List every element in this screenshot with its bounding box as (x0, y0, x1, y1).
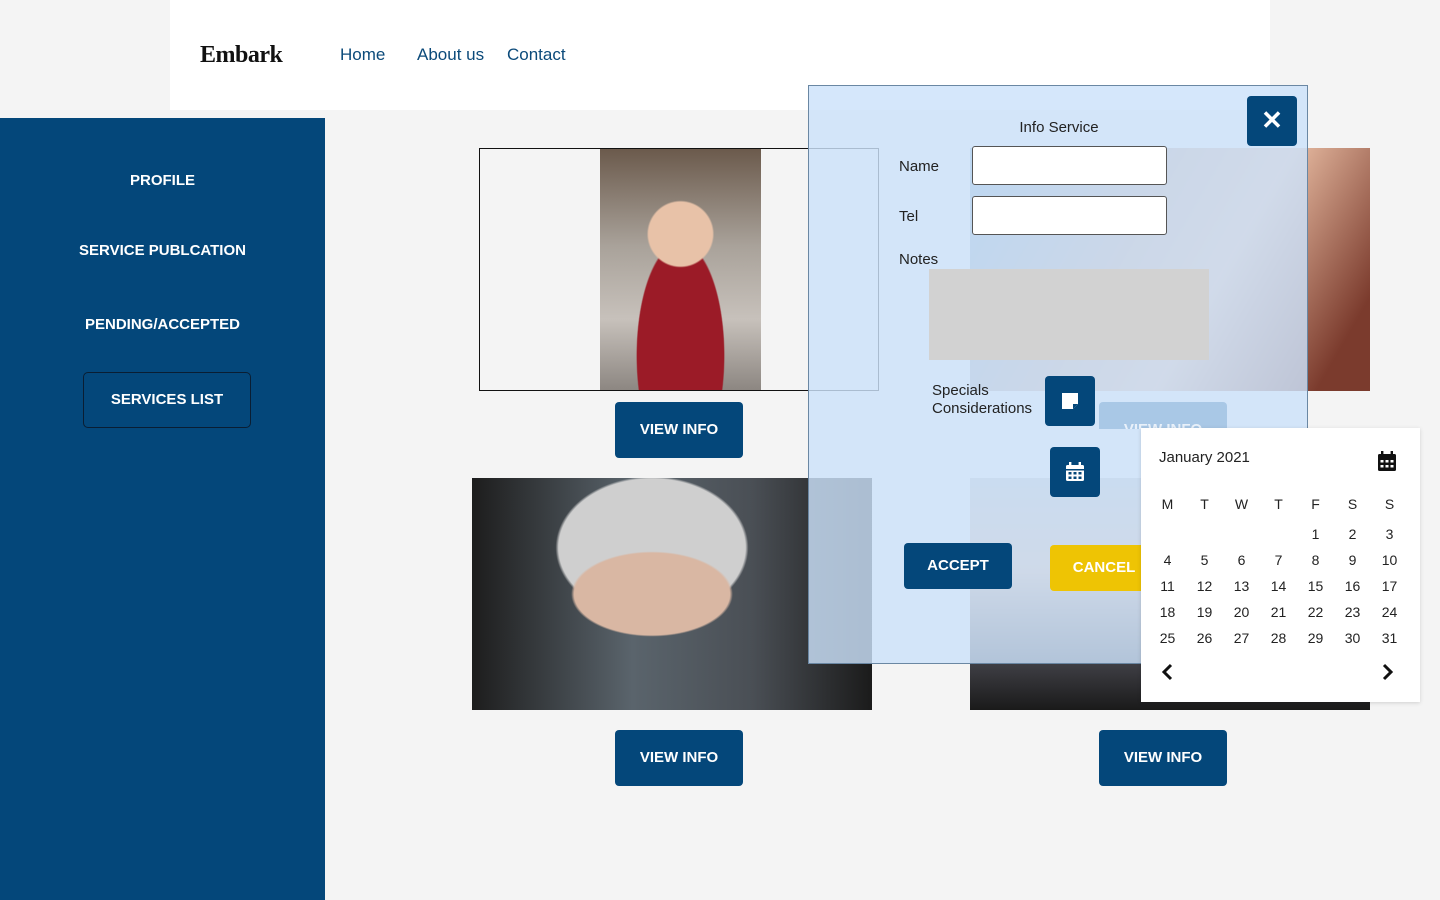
specials-label-line2: Considerations (932, 400, 1033, 417)
nav-contact-link[interactable]: Contact (507, 45, 566, 65)
calendar-day[interactable]: 18 (1149, 602, 1186, 622)
calendar-day[interactable]: 31 (1371, 628, 1408, 648)
logo[interactable]: Embark (200, 42, 283, 69)
nav-about-link[interactable]: About us (417, 45, 484, 65)
calendar-day[interactable]: 26 (1186, 628, 1223, 648)
tel-label: Tel (899, 208, 919, 225)
sidebar-item-service-publication[interactable]: SERVICE PUBLCATION (0, 242, 325, 259)
calendar-empty-cell (1223, 524, 1260, 544)
calendar-empty-cell (1260, 524, 1297, 544)
calendar-empty-cell (1149, 524, 1186, 544)
calendar-day[interactable]: 17 (1371, 576, 1408, 596)
specials-considerations-label: Specials Considerations (932, 382, 1032, 418)
calendar-weekday-header: F (1311, 496, 1320, 512)
sidebar: PROFILE SERVICE PUBLCATION PENDING/ACCEP… (0, 118, 325, 900)
sidebar-item-pending-accepted[interactable]: PENDING/ACCEPTED (0, 316, 325, 333)
calendar-weekday-header: S (1384, 496, 1395, 512)
close-icon: ✕ (1261, 105, 1283, 135)
sticky-note-icon (1062, 393, 1078, 409)
view-info-button[interactable]: VIEW INFO (615, 730, 743, 786)
calendar-day[interactable]: 3 (1371, 524, 1408, 544)
calendar-day[interactable]: 29 (1297, 628, 1334, 648)
calendar-month-title: January 2021 (1159, 449, 1250, 466)
modal-title: Info Service (1019, 119, 1099, 136)
calendar-day[interactable]: 28 (1260, 628, 1297, 648)
calendar-day[interactable]: 11 (1149, 576, 1186, 596)
previous-month-icon[interactable] (1158, 662, 1178, 682)
calendar-day[interactable]: 21 (1260, 602, 1297, 622)
view-info-button[interactable]: VIEW INFO (615, 402, 743, 458)
note-button[interactable] (1045, 376, 1095, 426)
calendar-weekday-header: T (1274, 496, 1283, 512)
calendar-day[interactable]: 7 (1260, 550, 1297, 570)
calendar-day[interactable]: 16 (1334, 576, 1371, 596)
tel-input[interactable] (972, 196, 1167, 235)
calendar-day[interactable]: 19 (1186, 602, 1223, 622)
calendar-weekday-header: M (1161, 496, 1174, 512)
close-button[interactable]: ✕ (1247, 96, 1297, 146)
calendar-weekday-header: W (1234, 496, 1249, 512)
calendar-day[interactable]: 20 (1223, 602, 1260, 622)
person-photo (600, 149, 761, 390)
calendar-weekday-header: S (1347, 496, 1358, 512)
calendar-popup: January 2021 M T W T F S S 1 2 3 4 5 6 7 8 9 10 11 12 13 14 1… (1141, 428, 1420, 702)
specials-label-line1: Specials (932, 382, 989, 399)
accept-button[interactable]: ACCEPT (904, 543, 1012, 589)
calendar-day[interactable]: 25 (1149, 628, 1186, 648)
sidebar-item-profile[interactable]: PROFILE (0, 172, 325, 189)
calendar-day[interactable]: 2 (1334, 524, 1371, 544)
next-month-icon[interactable] (1377, 662, 1397, 682)
calendar-day[interactable]: 12 (1186, 576, 1223, 596)
calendar-day[interactable]: 6 (1223, 550, 1260, 570)
calendar-day[interactable]: 9 (1334, 550, 1371, 570)
calendar-day[interactable]: 1 (1297, 524, 1334, 544)
calendar-icon[interactable] (1377, 450, 1397, 472)
calendar-day[interactable]: 24 (1371, 602, 1408, 622)
calendar-day[interactable]: 8 (1297, 550, 1334, 570)
name-label: Name (899, 158, 940, 175)
calendar-day[interactable]: 10 (1371, 550, 1408, 570)
name-input[interactable] (972, 146, 1167, 185)
view-info-button[interactable]: VIEW INFO (1099, 730, 1227, 786)
calendar-day[interactable]: 4 (1149, 550, 1186, 570)
calendar-grid: M T W T F S S 1 2 3 4 5 6 7 8 9 10 11 12 13 14 15 16 17 18 19 20 21… (1149, 494, 1411, 648)
calendar-icon (1066, 462, 1084, 481)
calendar-day[interactable]: 15 (1297, 576, 1334, 596)
notes-textarea[interactable] (929, 269, 1209, 360)
calendar-day[interactable]: 27 (1223, 628, 1260, 648)
calendar-day[interactable]: 22 (1297, 602, 1334, 622)
calendar-weekday-header: T (1200, 496, 1209, 512)
calendar-day[interactable]: 5 (1186, 550, 1223, 570)
calendar-empty-cell (1186, 524, 1223, 544)
calendar-day[interactable]: 14 (1260, 576, 1297, 596)
date-picker-button[interactable] (1050, 447, 1100, 497)
calendar-day[interactable]: 30 (1334, 628, 1371, 648)
notes-label: Notes (899, 251, 939, 268)
calendar-day[interactable]: 23 (1334, 602, 1371, 622)
sidebar-item-services-list[interactable]: SERVICES LIST (83, 372, 251, 428)
nav-home-link[interactable]: Home (340, 45, 385, 65)
calendar-day[interactable]: 13 (1223, 576, 1260, 596)
